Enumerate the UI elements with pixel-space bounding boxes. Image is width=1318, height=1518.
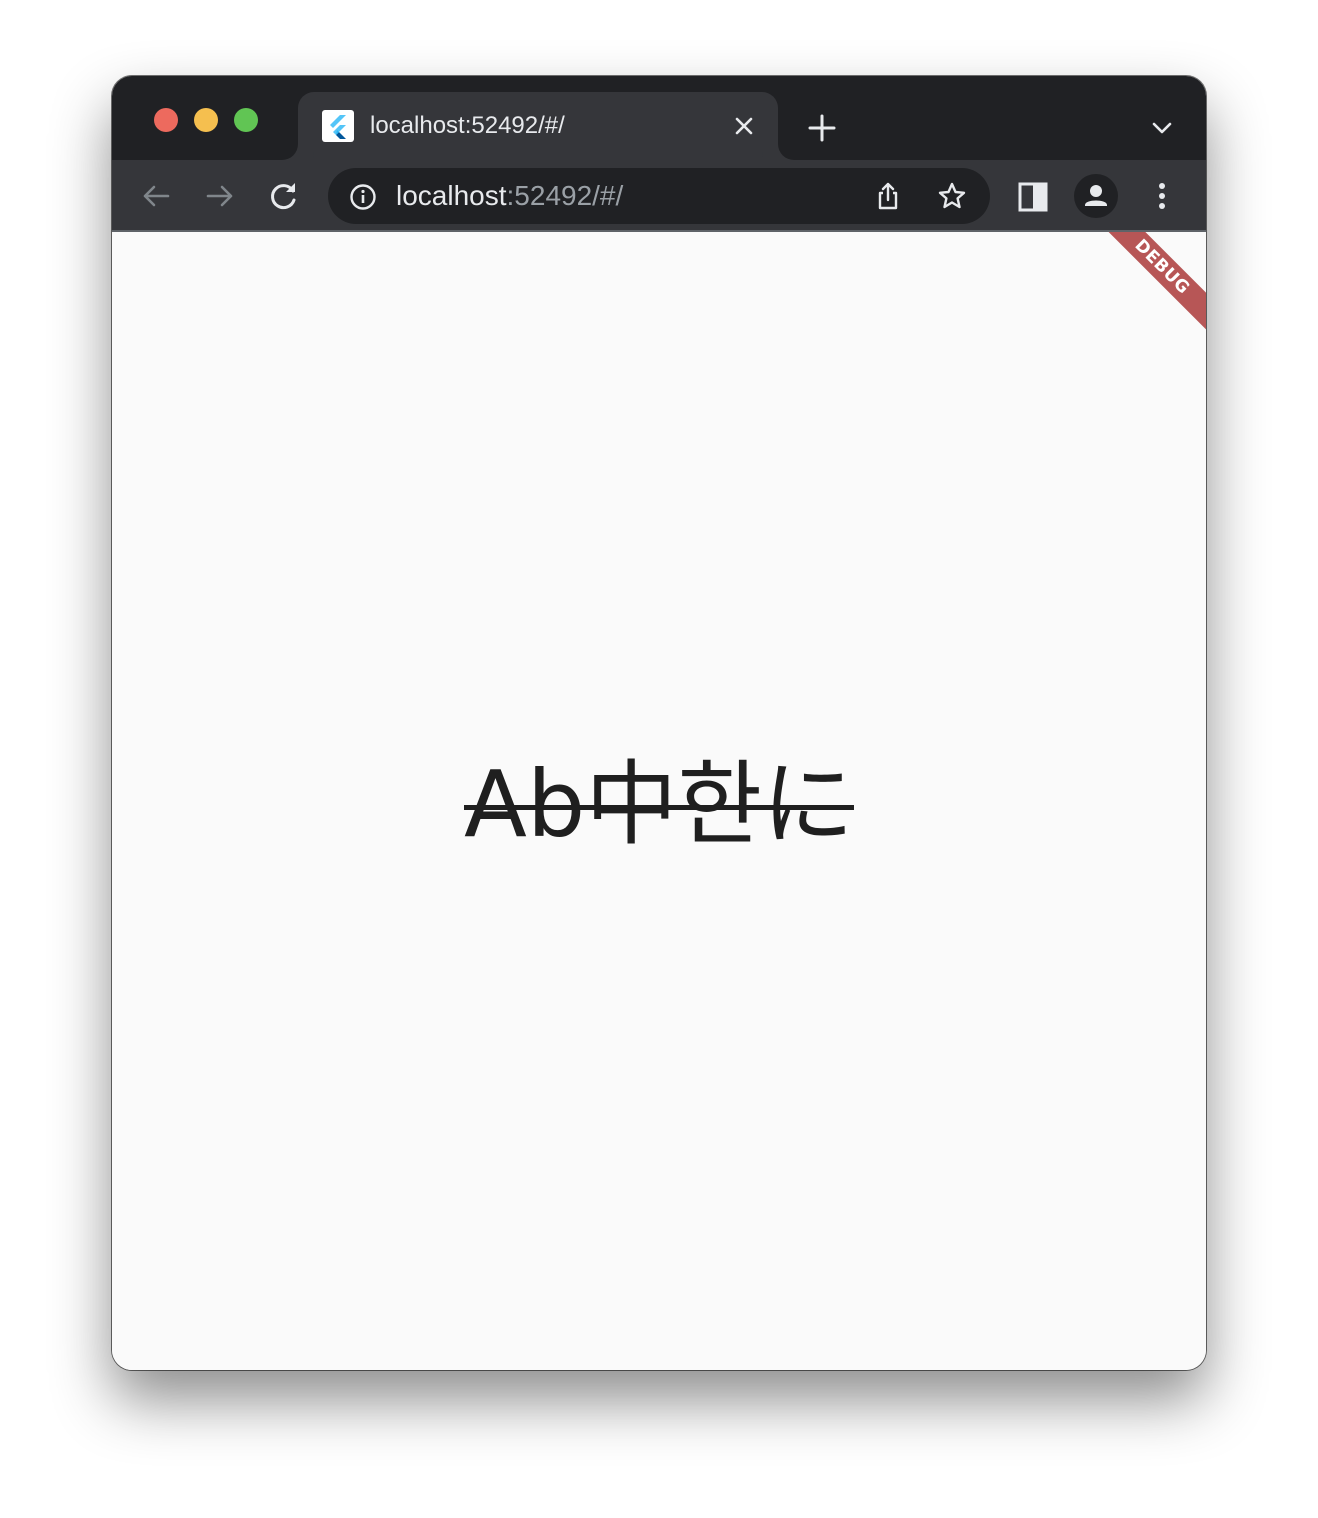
reload-icon[interactable] [266, 178, 302, 214]
toolbar: localhost:52492/#/ [112, 160, 1206, 232]
window-maximize-button[interactable] [234, 108, 258, 132]
arrow-right-icon[interactable] [202, 178, 238, 214]
page-content: DEBUG Ab中한に [112, 232, 1206, 1370]
url-host: localhost [396, 180, 507, 211]
arrow-left-icon[interactable] [138, 178, 174, 214]
window-close-button[interactable] [154, 108, 178, 132]
info-icon[interactable] [348, 182, 378, 212]
url-text[interactable]: localhost:52492/#/ [396, 180, 623, 212]
window-minimize-button[interactable] [194, 108, 218, 132]
debug-banner: DEBUG [1090, 232, 1206, 339]
person-icon [1085, 185, 1107, 206]
browser-window: localhost:52492/#/ localhost:52492/#/ DE… [112, 76, 1206, 1370]
share-icon[interactable] [872, 180, 904, 212]
strikethrough-text: Ab中한に [464, 751, 854, 858]
url-path: :52492/#/ [506, 180, 624, 211]
close-icon[interactable] [728, 110, 760, 142]
chevron-down-icon[interactable] [1146, 112, 1178, 144]
flutter-favicon-icon [322, 110, 354, 142]
tab-title: localhost:52492/#/ [370, 112, 565, 139]
side-panel-icon[interactable] [1016, 180, 1050, 214]
profile-button[interactable] [1074, 174, 1118, 218]
star-icon[interactable] [936, 180, 968, 212]
plus-icon[interactable] [804, 110, 840, 146]
kebab-menu-icon[interactable] [1144, 178, 1180, 214]
browser-tab[interactable]: localhost:52492/#/ [298, 92, 778, 160]
tab-strip: localhost:52492/#/ [112, 76, 1206, 160]
address-bar[interactable]: localhost:52492/#/ [328, 168, 990, 224]
